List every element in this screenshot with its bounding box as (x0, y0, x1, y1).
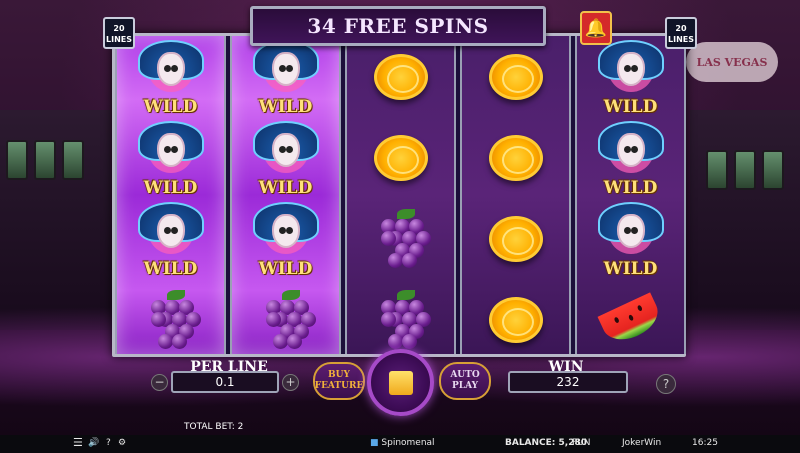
symbol-orange (462, 36, 569, 117)
reel-4 (460, 36, 571, 354)
help-button[interactable]: ? (656, 374, 676, 394)
bg-machine (62, 140, 84, 180)
help-icon[interactable]: ? (106, 438, 111, 448)
menu-icon[interactable]: ☰ (73, 436, 83, 449)
grapes-icon (143, 289, 201, 350)
symbol-orange (462, 279, 569, 360)
bell-button[interactable]: 🔔 (580, 11, 612, 45)
lines-badge-right: 20 LINES (665, 17, 697, 49)
symbol-orange (347, 36, 454, 117)
wild-jester-icon: WILD (241, 119, 331, 198)
free-spins-banner: 34 FREE SPINS (250, 6, 546, 46)
wild-jester-icon: WILD (586, 200, 676, 279)
clock: 16:25 (692, 438, 718, 448)
wild-jester-icon: WILD (586, 38, 676, 117)
wild-label: WILD (258, 177, 313, 198)
orange-icon (373, 134, 428, 181)
reel-2: WILD WILD WILD (230, 36, 341, 354)
symbol-wild: WILD (232, 198, 339, 279)
background-slot-machines-left (0, 110, 110, 330)
wild-jester-icon: WILD (241, 200, 331, 279)
symbol-orange (462, 117, 569, 198)
settings-icon[interactable]: ⚙ (118, 438, 126, 448)
reel-3 (345, 36, 456, 354)
orange-icon (373, 53, 428, 100)
symbol-wild: WILD (117, 198, 224, 279)
orange-icon (488, 296, 543, 343)
stop-icon (388, 370, 413, 395)
lines-count: 20 (113, 24, 125, 33)
bet-increase-button[interactable]: + (282, 374, 299, 391)
reels-frame: WILD WILD WILD WILD WILD WILD WILD WILD WILD (112, 33, 686, 357)
symbol-orange (347, 117, 454, 198)
grapes-icon (258, 289, 316, 350)
symbol-wild: WILD (577, 198, 684, 279)
total-bet: TOTAL BET: 2 (184, 422, 244, 432)
brand-logo: ■ Spinomenal (370, 438, 435, 448)
reel-1: WILD WILD WILD (115, 36, 226, 354)
lines-label: LINES (106, 35, 132, 44)
orange-icon (488, 53, 543, 100)
symbol-wild: WILD (577, 117, 684, 198)
per-line-value: 0.1 (171, 371, 279, 393)
wild-label: WILD (258, 258, 313, 279)
wild-label: WILD (143, 96, 198, 117)
wild-label: WILD (603, 177, 658, 198)
symbol-grapes (347, 279, 454, 360)
sound-icon[interactable]: 🔊 (88, 438, 99, 448)
symbol-grapes (117, 279, 224, 360)
bg-machine (34, 140, 56, 180)
buy-feature-button[interactable]: BUY FEATURE (313, 362, 365, 400)
wild-jester-icon: WILD (241, 38, 331, 117)
vegas-sign: LAS VEGAS (686, 42, 778, 82)
orange-icon (488, 215, 543, 262)
bg-machine (6, 140, 28, 180)
bell-icon: 🔔 (584, 17, 608, 39)
orange-icon (488, 134, 543, 181)
wild-label: WILD (258, 96, 313, 117)
watermelon-icon (597, 291, 664, 348)
reel-5: WILD WILD WILD (575, 36, 686, 354)
status-bar: ☰ 🔊 ? ⚙ ■ Spinomenal BALANCE: 5,280 FUN … (0, 435, 800, 453)
win-value: 232 (508, 371, 628, 393)
bg-machine (734, 150, 756, 190)
brand-icon: ■ (370, 438, 379, 448)
wild-label: WILD (143, 177, 198, 198)
symbol-wild: WILD (232, 117, 339, 198)
bg-machine (762, 150, 784, 190)
symbol-orange (462, 198, 569, 279)
spin-stop-button[interactable] (367, 349, 434, 416)
grapes-icon (373, 289, 431, 350)
symbol-watermelon (577, 279, 684, 360)
lines-label: LINES (668, 35, 694, 44)
symbol-wild: WILD (232, 36, 339, 117)
grapes-icon (373, 208, 431, 269)
wild-label: WILD (603, 258, 658, 279)
symbol-grapes (232, 279, 339, 360)
lines-badge-left: 20 LINES (103, 17, 135, 49)
auto-play-button[interactable]: AUTO PLAY (439, 362, 491, 400)
wild-jester-icon: WILD (126, 38, 216, 117)
wild-jester-icon: WILD (586, 119, 676, 198)
wild-label: WILD (603, 96, 658, 117)
bg-machine (706, 150, 728, 190)
lines-count: 20 (675, 24, 687, 33)
symbol-wild: WILD (117, 117, 224, 198)
site-label: JokerWin (622, 438, 662, 448)
bet-decrease-button[interactable]: − (151, 374, 168, 391)
wild-label: WILD (143, 258, 198, 279)
wild-jester-icon: WILD (126, 119, 216, 198)
symbol-grapes (347, 198, 454, 279)
mode-label: FUN (572, 438, 591, 448)
background-slot-machines-right (690, 110, 800, 330)
wild-jester-icon: WILD (126, 200, 216, 279)
